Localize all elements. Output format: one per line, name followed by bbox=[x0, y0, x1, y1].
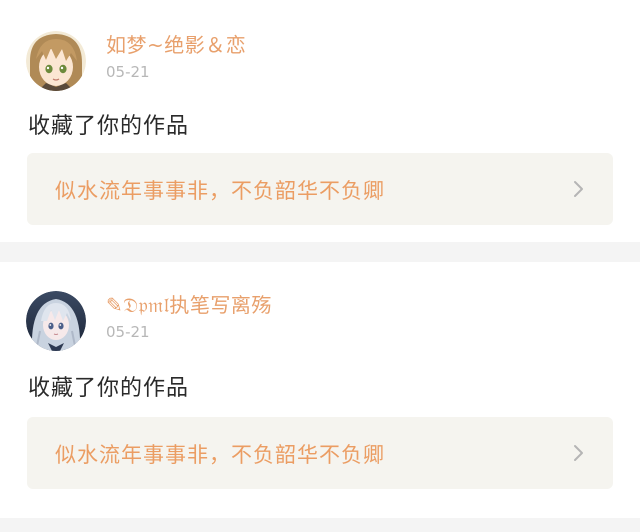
work-link-card[interactable]: 似水流年事事非，不负韶华不负卿 bbox=[27, 417, 613, 489]
notification-card: 如梦~绝影＆恋 05-21 收藏了你的作品 似水流年事事非，不负韶华不负卿 bbox=[0, 0, 640, 242]
anime-boy-avatar-icon bbox=[26, 31, 86, 91]
avatar[interactable] bbox=[26, 31, 86, 91]
chevron-right-icon bbox=[574, 445, 583, 461]
avatar[interactable] bbox=[26, 291, 86, 351]
work-link-card[interactable]: 似水流年事事非，不负韶华不负卿 bbox=[27, 153, 613, 225]
notification-feed: 如梦~绝影＆恋 05-21 收藏了你的作品 似水流年事事非，不负韶华不负卿 ✎𝔇… bbox=[0, 0, 640, 532]
work-title: 似水流年事事非，不负韶华不负卿 bbox=[55, 179, 385, 203]
card-separator bbox=[0, 518, 640, 532]
work-title: 似水流年事事非，不负韶华不负卿 bbox=[55, 443, 385, 467]
username[interactable]: ✎𝔇𝔭𝔪𝔩执笔写离殇 bbox=[106, 289, 272, 318]
timestamp: 05-21 bbox=[106, 63, 150, 81]
username[interactable]: 如梦~绝影＆恋 bbox=[106, 29, 246, 58]
chevron-right-icon bbox=[574, 181, 583, 197]
timestamp: 05-21 bbox=[106, 323, 150, 341]
card-separator bbox=[0, 242, 640, 262]
anime-girl-avatar-icon bbox=[26, 291, 86, 351]
notification-card: ✎𝔇𝔭𝔪𝔩执笔写离殇 05-21 收藏了你的作品 似水流年事事非，不负韶华不负卿 bbox=[0, 262, 640, 518]
activity-text: 收藏了你的作品 bbox=[28, 114, 190, 139]
activity-text: 收藏了你的作品 bbox=[28, 376, 190, 401]
